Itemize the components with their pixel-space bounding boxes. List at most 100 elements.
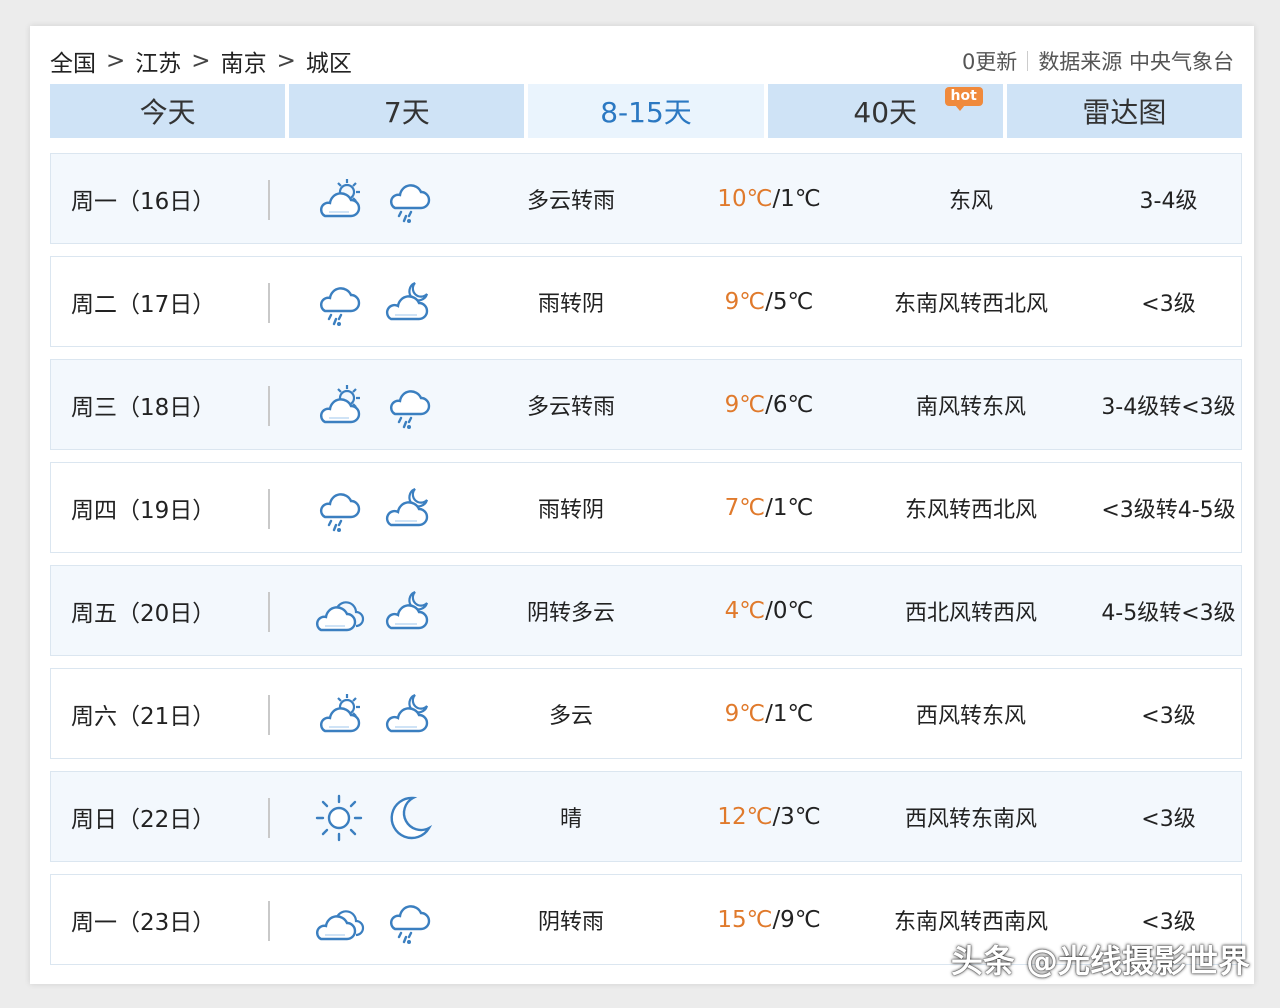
forecast-row: 周六（21日） 多云 9℃/1℃ 西风转东风 <3级 [50, 668, 1242, 759]
cloudy-sun-icon [319, 385, 361, 424]
wind-level: 4-5级转<3级 [1101, 600, 1236, 626]
breadcrumb-separator: > [106, 48, 126, 74]
wind-level: <3级 [1141, 909, 1196, 935]
breadcrumb-city[interactable]: 南京 [221, 44, 267, 78]
tab-40-days[interactable]: 40天 hot [767, 84, 1003, 138]
forecast-list: 周一（16日） 多云转雨 10℃/1℃ 东风 3-4级 周二（17日） 雨转阴 … [50, 153, 1242, 977]
temperature: 7℃/1℃ [679, 495, 859, 521]
tab-8-15-days[interactable]: 8-15天 [528, 84, 764, 138]
forecast-row: 周五（20日） 阴转多云 4℃/0℃ 西北风转西风 4-5级转<3级 [50, 565, 1242, 656]
weather-icons [313, 792, 435, 844]
low-temp: /1℃ [765, 700, 814, 727]
day-date: 周四（19日） [71, 497, 216, 524]
wind-direction: 南风转东风 [915, 394, 1026, 420]
weather-icons [313, 277, 435, 329]
rain-cloud-icon [389, 390, 431, 429]
weather-description: 阴转雨 [537, 909, 604, 935]
cloudy-moon-icon [385, 487, 429, 527]
divider [268, 798, 270, 838]
high-temp: 15℃ [717, 906, 773, 933]
cloudy-sun-icon [319, 179, 361, 218]
forecast-tabs: 今天 7天 8-15天 40天 hot 雷达图 [50, 84, 1243, 138]
wind-level: <3级 [1141, 703, 1196, 729]
temperature: 9℃/6℃ [679, 392, 859, 418]
tab-7-days[interactable]: 7天 [289, 84, 525, 138]
breadcrumb-separator: > [191, 48, 211, 74]
tab-label: 40天 [853, 96, 918, 129]
forecast-row: 周二（17日） 雨转阴 9℃/5℃ 东南风转西北风 <3级 [50, 256, 1242, 347]
overcast-icon [315, 601, 365, 632]
divider [1027, 51, 1029, 71]
tab-label: 今天 [139, 96, 196, 129]
rain-cloud-icon [389, 184, 431, 223]
weather-page: 全国 > 江苏 > 南京 > 城区 0更新 数据来源 中央气象台 今天 7天 8… [30, 26, 1254, 984]
tab-label: 8-15天 [600, 96, 692, 129]
divider [268, 283, 270, 323]
sun-icon [315, 794, 363, 842]
weather-icons [313, 483, 435, 535]
wind-level: <3级 [1141, 291, 1196, 317]
weather-description: 多云转雨 [526, 188, 615, 214]
day-date: 周三（18日） [71, 394, 216, 421]
breadcrumb-district[interactable]: 城区 [306, 44, 352, 78]
high-temp: 4℃ [724, 597, 766, 624]
breadcrumb-province[interactable]: 江苏 [135, 44, 181, 78]
breadcrumb-country[interactable]: 全国 [50, 44, 96, 78]
wind-level: <3级 [1141, 806, 1196, 832]
wind-level: 3-4级 [1139, 188, 1198, 214]
weather-description: 多云 [548, 703, 593, 729]
weather-description: 雨转阴 [537, 497, 604, 523]
cloudy-moon-icon [385, 281, 429, 321]
forecast-row: 周四（19日） 雨转阴 7℃/1℃ 东风转西北风 <3级转4-5级 [50, 462, 1242, 553]
wind-direction: 西风转东风 [915, 703, 1026, 729]
divider [268, 386, 270, 426]
forecast-row: 周日（22日） 晴 12℃/3℃ 西风转东南风 <3级 [50, 771, 1242, 862]
breadcrumb-separator: > [276, 48, 296, 74]
divider [268, 592, 270, 632]
wind-level: 3-4级转<3级 [1101, 394, 1236, 420]
watermark: 头条 @光线摄影世界 [950, 942, 1250, 980]
rain-cloud-icon [319, 493, 361, 532]
day-date: 周一（16日） [71, 188, 216, 215]
forecast-row: 周三（18日） 多云转雨 9℃/6℃ 南风转东风 3-4级转<3级 [50, 359, 1242, 450]
divider [268, 695, 270, 735]
weather-icons [313, 895, 435, 947]
forecast-row: 周一（16日） 多云转雨 10℃/1℃ 东风 3-4级 [50, 153, 1242, 244]
day-date: 周二（17日） [71, 291, 216, 318]
day-date: 周五（20日） [71, 600, 216, 627]
temperature: 9℃/5℃ [679, 289, 859, 315]
weather-description: 阴转多云 [526, 600, 615, 626]
tab-radar[interactable]: 雷达图 [1006, 84, 1243, 138]
temperature: 12℃/3℃ [679, 804, 859, 830]
high-temp: 9℃ [724, 288, 766, 315]
cloudy-sun-icon [319, 694, 361, 733]
wind-direction: 东风转西北风 [904, 497, 1037, 523]
overcast-icon [315, 910, 365, 941]
divider [268, 901, 270, 941]
temperature: 10℃/1℃ [679, 186, 859, 212]
weather-icons [313, 586, 435, 638]
temperature: 4℃/0℃ [679, 598, 859, 624]
high-temp: 9℃ [724, 700, 766, 727]
temperature: 9℃/1℃ [679, 701, 859, 727]
wind-direction: 东南风转西南风 [893, 909, 1048, 935]
weather-icons [313, 174, 435, 226]
weather-description: 雨转阴 [537, 291, 604, 317]
high-temp: 9℃ [724, 391, 766, 418]
day-date: 周六（21日） [71, 703, 216, 730]
tab-label: 7天 [383, 96, 430, 129]
cloudy-moon-icon [385, 590, 429, 630]
tab-today[interactable]: 今天 [50, 84, 286, 138]
high-temp: 7℃ [724, 494, 766, 521]
weather-icons [313, 689, 435, 741]
low-temp: /3℃ [772, 803, 821, 830]
weather-description: 多云转雨 [526, 394, 615, 420]
low-temp: /1℃ [772, 185, 821, 212]
weather-icons [313, 380, 435, 432]
wind-direction: 西北风转西风 [904, 600, 1037, 626]
update-status: 0更新 [961, 50, 1018, 74]
cloudy-moon-icon [385, 693, 429, 733]
hot-badge: hot [944, 87, 983, 111]
divider [268, 180, 270, 220]
low-temp: /0℃ [765, 597, 814, 624]
